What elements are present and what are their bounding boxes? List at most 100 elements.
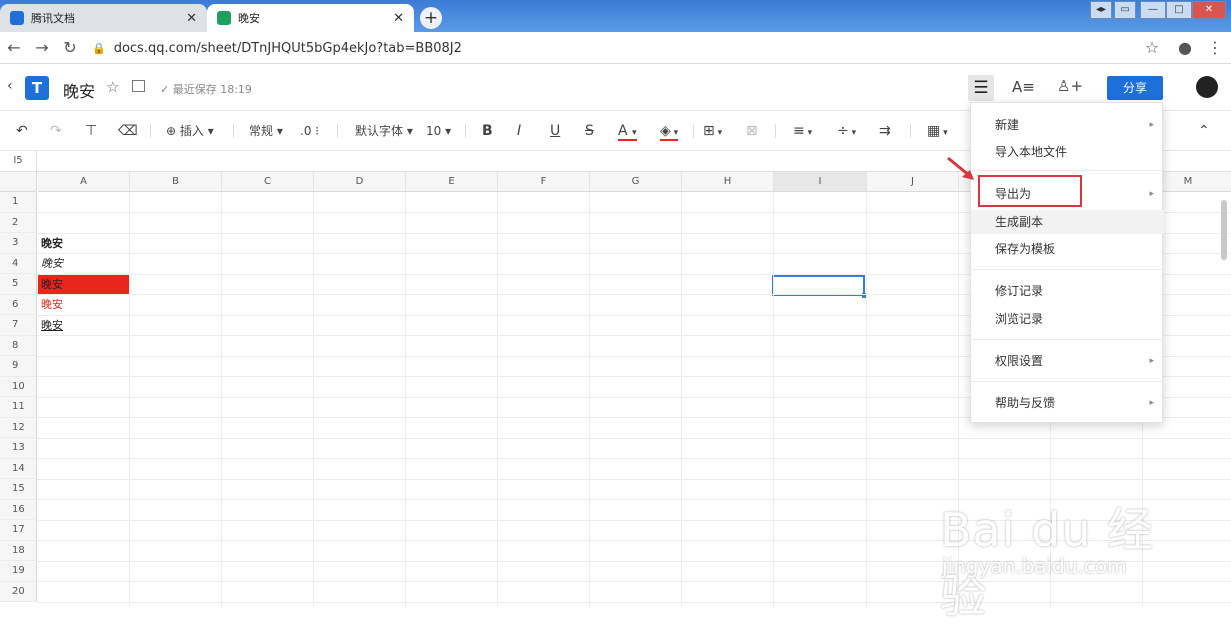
column-header-i[interactable]: I: [774, 172, 867, 192]
tencent-docs-logo[interactable]: T: [25, 76, 49, 100]
url-field[interactable]: 🔒 docs.qq.com/sheet/DTnJHQUt5bGp4ekJo?ta…: [92, 37, 1132, 59]
align-horizontal-icon[interactable]: ≡ ▾: [793, 121, 812, 141]
new-tab-button[interactable]: +: [420, 7, 442, 29]
menu-item-save-as-template[interactable]: 保存为模板: [971, 237, 1164, 261]
column-header-g[interactable]: G: [590, 172, 682, 192]
number-format-dropdown[interactable]: 常规 ▾: [249, 121, 283, 141]
row-header-20[interactable]: 20: [0, 581, 37, 602]
menu-item-import-local[interactable]: 导入本地文件: [971, 140, 1164, 164]
close-icon[interactable]: ✕: [186, 11, 197, 26]
column-header-a[interactable]: A: [38, 172, 130, 192]
row-header-10[interactable]: 10: [0, 376, 37, 397]
menu-item-view-history[interactable]: 浏览记录: [971, 307, 1164, 331]
browser-tab-current[interactable]: 晚安 ✕: [207, 4, 414, 32]
browser-tab-tencent-docs[interactable]: 腾讯文档 ✕: [0, 4, 207, 32]
vertical-scrollbar[interactable]: [1221, 200, 1227, 260]
more-vert-icon[interactable]: ⋮: [1205, 38, 1225, 58]
close-icon[interactable]: ✕: [393, 11, 404, 26]
minimize-button[interactable]: —: [1140, 1, 1166, 19]
insert-button[interactable]: ⊕ 插入 ▾: [166, 121, 214, 141]
column-header-f[interactable]: F: [498, 172, 590, 192]
row-header-7[interactable]: 7: [0, 315, 37, 336]
cell-a4[interactable]: 晚安: [38, 254, 130, 274]
undo-icon[interactable]: ↶: [16, 121, 28, 141]
row-header-6[interactable]: 6: [0, 294, 37, 315]
menu-item-help-feedback[interactable]: 帮助与反馈 ▸: [971, 391, 1164, 415]
row-header-13[interactable]: 13: [0, 438, 37, 459]
folder-icon[interactable]: [132, 80, 145, 92]
add-collaborator-icon[interactable]: ♙+: [1057, 77, 1083, 95]
star-icon[interactable]: ☆: [106, 78, 119, 96]
row-header-15[interactable]: 15: [0, 479, 37, 500]
menu-item-new[interactable]: 新建 ▸: [971, 113, 1164, 137]
merge-cells-icon[interactable]: ⊠: [746, 121, 758, 141]
column-header-b[interactable]: B: [130, 172, 222, 192]
borders-icon[interactable]: ⊞ ▾: [703, 121, 722, 141]
italic-button[interactable]: I: [517, 121, 521, 141]
font-color-button[interactable]: A ▾: [618, 121, 637, 141]
window-restore-icon[interactable]: ◂▸: [1090, 1, 1112, 19]
font-size-dropdown[interactable]: 10 ▾: [426, 121, 451, 141]
font-family-dropdown[interactable]: 默认字体 ▾: [355, 121, 413, 141]
row-header-12[interactable]: 12: [0, 417, 37, 438]
menu-item-make-copy[interactable]: 生成副本: [971, 210, 1164, 234]
document-menu: 新建 ▸ 导入本地文件 导出为 ▸ 生成副本 保存为模板 修订记录 浏览记录 权限设…: [970, 102, 1164, 423]
column-header-c[interactable]: C: [222, 172, 314, 192]
row-header-4[interactable]: 4: [0, 253, 37, 274]
row-header-17[interactable]: 17: [0, 520, 37, 541]
row-header-3[interactable]: 3: [0, 233, 37, 254]
underline-button[interactable]: U: [550, 121, 560, 141]
forward-icon[interactable]: →: [32, 38, 52, 58]
selected-cell-i5[interactable]: [772, 275, 867, 298]
row-header-8[interactable]: 8: [0, 335, 37, 356]
row-header-5[interactable]: 5: [0, 274, 37, 295]
back-chevron-icon[interactable]: ‹: [7, 78, 13, 94]
align-vertical-icon[interactable]: ÷ ▾: [837, 121, 856, 141]
strikethrough-button[interactable]: S: [585, 121, 594, 141]
bold-button[interactable]: B: [482, 121, 493, 141]
chart-icon[interactable]: ▦ ▾: [927, 121, 948, 141]
cell-a3[interactable]: 晚安: [38, 234, 130, 254]
row-header-11[interactable]: 11: [0, 397, 37, 418]
wrap-text-icon[interactable]: ⇉: [879, 121, 891, 141]
row-header-2[interactable]: 2: [0, 212, 37, 233]
collapse-toolbar-icon[interactable]: ⌃: [1198, 121, 1210, 141]
text-format-icon[interactable]: A≡: [1012, 78, 1035, 96]
maximize-button[interactable]: □: [1166, 1, 1192, 19]
redo-icon[interactable]: ↷: [50, 121, 62, 141]
url-text: docs.qq.com/sheet/DTnJHQUt5bGp4ekJo?tab=…: [113, 40, 462, 56]
back-icon[interactable]: ←: [4, 38, 24, 58]
row-header-16[interactable]: 16: [0, 499, 37, 520]
grid-column-line: [773, 192, 774, 607]
reload-icon[interactable]: ↻: [60, 38, 80, 58]
avatar[interactable]: [1196, 76, 1218, 98]
profile-icon[interactable]: ●: [1175, 38, 1195, 58]
cell-a6[interactable]: 晚安: [38, 295, 130, 315]
menu-item-permissions[interactable]: 权限设置 ▸: [971, 349, 1164, 373]
row-header-14[interactable]: 14: [0, 458, 37, 479]
tab-label: 晚安: [238, 12, 260, 25]
window-close-button[interactable]: ✕: [1192, 1, 1226, 19]
format-painter-icon[interactable]: ⊤: [85, 121, 97, 141]
fill-color-icon[interactable]: ◈ ▾: [660, 121, 679, 141]
column-header-d[interactable]: D: [314, 172, 406, 192]
star-icon[interactable]: ☆: [1142, 38, 1162, 58]
menu-icon[interactable]: ☰: [968, 75, 994, 101]
column-header-h[interactable]: H: [682, 172, 774, 192]
watermark-url: jingyan.baidu.com: [942, 554, 1127, 578]
select-all-corner[interactable]: [0, 172, 37, 192]
row-header-1[interactable]: 1: [0, 192, 37, 213]
decimal-stepper[interactable]: .0 ⁝: [300, 121, 319, 141]
menu-item-revision-history[interactable]: 修订记录: [971, 279, 1164, 303]
row-header-18[interactable]: 18: [0, 540, 37, 561]
row-header-19[interactable]: 19: [0, 561, 37, 582]
cell-reference[interactable]: I5: [0, 151, 37, 171]
column-header-e[interactable]: E: [406, 172, 498, 192]
cell-a5[interactable]: 晚安: [38, 274, 130, 294]
window-options-icon[interactable]: ▭: [1114, 1, 1136, 19]
document-title[interactable]: 晚安: [63, 78, 95, 102]
eraser-icon[interactable]: ⌫: [118, 121, 138, 141]
share-button[interactable]: 分享: [1107, 76, 1163, 100]
cell-a7[interactable]: 晚安: [38, 316, 130, 336]
row-header-9[interactable]: 9: [0, 356, 37, 377]
